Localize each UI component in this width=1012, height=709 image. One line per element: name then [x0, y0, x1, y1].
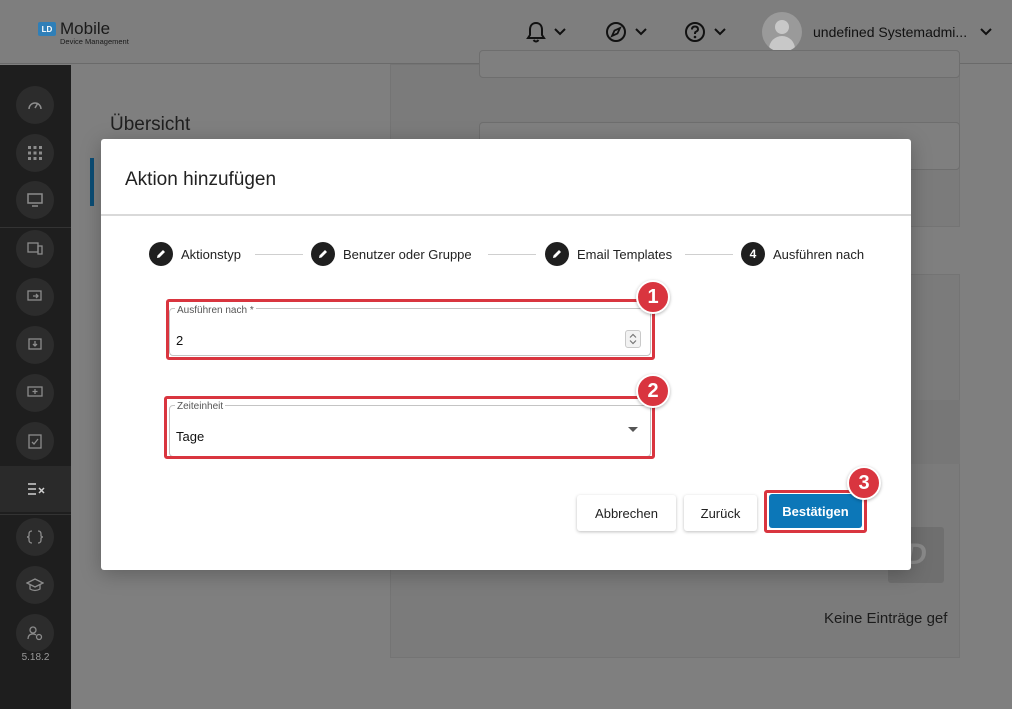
- step-action-type[interactable]: Aktionstyp: [149, 242, 241, 266]
- callout-highlight-1: [166, 299, 655, 360]
- sidebar-item-hardware[interactable]: [16, 230, 54, 268]
- add-action-dialog: Aktion hinzufügen Aktionstyp Benutzer od…: [101, 139, 911, 570]
- sidebar-item-dashboard[interactable]: [16, 86, 54, 124]
- step-label: Aktionstyp: [181, 246, 241, 262]
- monitor-download-icon: [28, 338, 42, 350]
- callout-badge-1: 1: [636, 280, 670, 314]
- sidebar: 5.18.2: [0, 65, 71, 709]
- sidebar-item-actions[interactable]: [0, 466, 71, 512]
- sidebar-item-compliance[interactable]: [16, 422, 54, 460]
- help-menu[interactable]: [684, 20, 728, 44]
- overview-active-indicator: [90, 158, 94, 206]
- cancel-button[interactable]: Abbrechen: [577, 495, 676, 531]
- bell-icon: [526, 21, 546, 43]
- step-circle: [149, 242, 173, 266]
- app-version: 5.18.2: [21, 652, 50, 663]
- user-menu[interactable]: undefined Systemadmi...: [762, 12, 994, 52]
- help-icon: [685, 22, 705, 42]
- back-button[interactable]: Zurück: [684, 495, 757, 531]
- callout-highlight-2: [164, 396, 655, 459]
- step-connector: [488, 254, 536, 255]
- sidebar-item-scripts[interactable]: [16, 518, 54, 556]
- list-check-icon: [27, 483, 45, 495]
- logo-subtitle: Device Management: [60, 37, 129, 46]
- dialog-divider: [101, 214, 911, 216]
- graduation-cap-icon: [26, 578, 44, 592]
- dialog-title: Aktion hinzufügen: [125, 169, 277, 190]
- sidebar-item-devices[interactable]: [16, 181, 54, 219]
- step-label: Ausführen nach: [773, 246, 865, 262]
- background-input[interactable]: [479, 50, 960, 78]
- chevron-down-icon: [980, 28, 992, 36]
- pencil-icon: [319, 250, 327, 258]
- compass-icon: [606, 22, 626, 42]
- callout-badge-2: 2: [636, 374, 670, 408]
- logo-title: Mobile: [60, 19, 111, 38]
- chevron-down-icon: [554, 28, 566, 36]
- sidebar-item-apps[interactable]: [16, 134, 54, 172]
- stepper: Aktionstyp Benutzer oder Gruppe Email Te…: [149, 242, 864, 266]
- clipboard-check-icon: [28, 434, 42, 449]
- monitor-settings-icon: [27, 193, 43, 207]
- step-label: Email Templates: [577, 246, 673, 262]
- grid-icon: [28, 146, 42, 160]
- step-connector: [255, 254, 303, 255]
- empty-state-text: Keine Einträge gef: [824, 610, 948, 627]
- notifications-menu[interactable]: [526, 20, 568, 44]
- step-circle: [311, 242, 335, 266]
- avatar: [762, 12, 802, 52]
- devices-icon: [27, 242, 43, 255]
- explore-menu[interactable]: [605, 20, 649, 44]
- sidebar-item-admin-settings[interactable]: [16, 614, 54, 652]
- step-circle: 4: [741, 242, 765, 266]
- logo-badge: LD: [38, 22, 56, 36]
- callout-highlight-3: [764, 490, 867, 533]
- sidebar-item-learning[interactable]: [16, 566, 54, 604]
- pencil-icon: [157, 250, 165, 258]
- braces-icon: [27, 530, 43, 544]
- sidebar-item-deploy[interactable]: [16, 278, 54, 316]
- monitor-plus-icon: [27, 386, 43, 397]
- step-user-or-group[interactable]: Benutzer oder Gruppe: [311, 242, 472, 266]
- user-gear-icon: [27, 626, 43, 641]
- app-logo[interactable]: LD Mobile Device Management: [38, 20, 129, 46]
- step-circle: [545, 242, 569, 266]
- callout-badge-3: 3: [847, 466, 881, 500]
- step-label: Benutzer oder Gruppe: [343, 246, 472, 262]
- overview-title: Übersicht: [110, 114, 191, 135]
- step-email-templates[interactable]: Email Templates: [545, 242, 672, 266]
- chevron-down-icon: [635, 28, 647, 36]
- step-connector: [685, 254, 733, 255]
- step-execute-after[interactable]: 4 Ausführen nach: [741, 242, 864, 266]
- sidebar-item-download[interactable]: [16, 326, 54, 364]
- speedometer-icon: [28, 102, 42, 110]
- user-name: undefined Systemadmi...: [813, 24, 968, 40]
- pencil-icon: [553, 250, 561, 258]
- monitor-export-icon: [27, 290, 42, 301]
- chevron-down-icon: [714, 28, 726, 36]
- sidebar-item-add-device[interactable]: [16, 374, 54, 412]
